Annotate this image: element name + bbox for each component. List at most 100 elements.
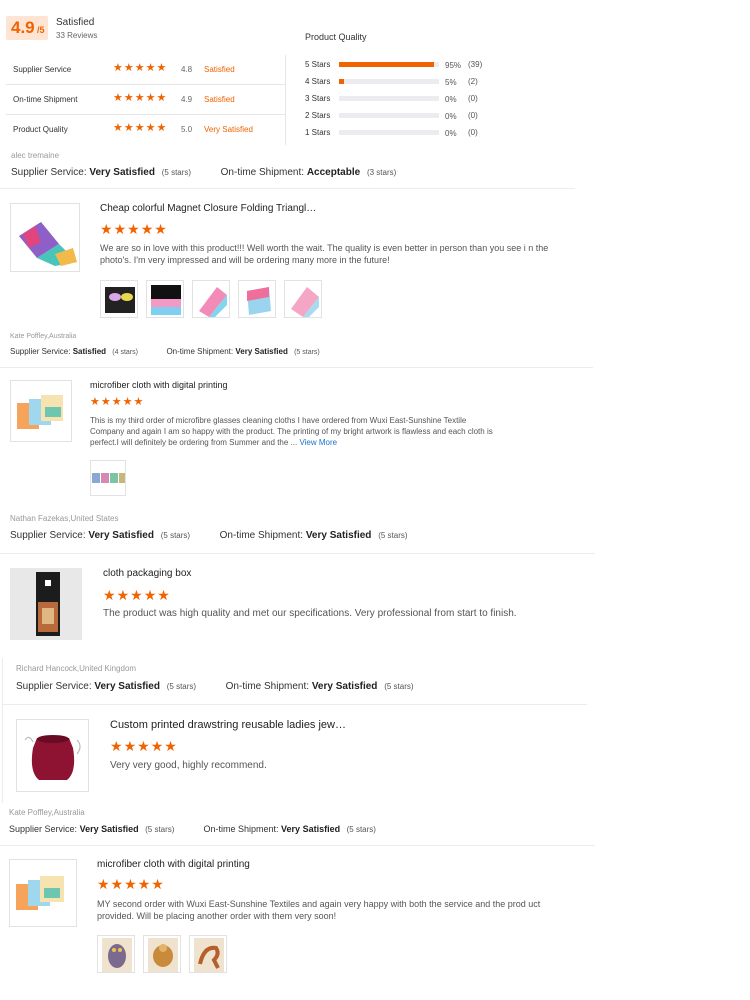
star-icon: ★ bbox=[157, 587, 170, 603]
divider bbox=[2, 658, 3, 803]
product-thumbnail[interactable] bbox=[10, 380, 72, 442]
ontime-shipment-rating: Very Satisfied bbox=[235, 347, 288, 356]
histogram-bar bbox=[339, 96, 439, 101]
product-title-link[interactable]: Custom printed drawstring reusable ladie… bbox=[110, 719, 346, 731]
product-title-link[interactable]: Cheap colorful Magnet Closure Folding Tr… bbox=[100, 203, 316, 214]
histogram-count: (0) bbox=[468, 94, 478, 103]
product-title-link[interactable]: microfiber cloth with digital printing bbox=[97, 859, 250, 870]
histogram-bar bbox=[339, 79, 439, 84]
review-photo[interactable] bbox=[146, 280, 184, 318]
ontime-shipment-label: On-time Shipment: bbox=[220, 167, 305, 178]
histogram-title: Product Quality bbox=[305, 32, 367, 42]
review-ratings-line: Supplier Service: Very Satisfied (5 star… bbox=[9, 824, 376, 834]
metric-row-product-quality[interactable]: Product Quality ★ ★ ★ ★ ★ 5.0 Very Satisfied bbox=[6, 115, 286, 145]
microfiber-cloth-image bbox=[16, 876, 64, 910]
metric-value: 4.9 bbox=[181, 95, 193, 104]
histogram-pct: 0% bbox=[445, 95, 457, 104]
star-icon: ★ bbox=[145, 122, 156, 134]
star-icon: ★ bbox=[113, 221, 127, 237]
divider bbox=[0, 553, 595, 554]
histogram-fill bbox=[339, 62, 434, 67]
review-ratings-line: Supplier Service: Very Satisfied (5 star… bbox=[11, 167, 396, 178]
star-icon: ★ bbox=[164, 738, 177, 754]
review-photo[interactable] bbox=[192, 280, 230, 318]
star-icon: ★ bbox=[116, 587, 130, 603]
star-icon: ★ bbox=[123, 122, 134, 134]
histogram-count: (2) bbox=[468, 77, 478, 86]
reviewer-name: Kate Poffley,Australia bbox=[10, 333, 77, 340]
review-text-body: This is my third order of microfibre gla… bbox=[90, 416, 493, 447]
metric-row-ontime-shipment: On-time Shipment ★ ★ ★ ★ ★ 4.9 Satisfied bbox=[6, 85, 286, 115]
star-icon: ★ bbox=[113, 92, 123, 104]
overall-status: Satisfied bbox=[56, 17, 95, 28]
supplier-service-label: Supplier Service: bbox=[11, 167, 87, 178]
histogram-label: 1 Stars bbox=[305, 128, 331, 137]
supplier-service-label: Supplier Service: bbox=[10, 530, 86, 541]
product-title-link[interactable]: microfiber cloth with digital printing bbox=[90, 380, 228, 390]
divider bbox=[2, 704, 587, 705]
review-photo[interactable] bbox=[189, 935, 227, 973]
rating-summary: 4.9 /5 Satisfied 33 Reviews Supplier Ser… bbox=[0, 0, 600, 145]
star-icon: ★ bbox=[123, 92, 134, 104]
star-icon: ★ bbox=[150, 738, 164, 754]
review-photo[interactable] bbox=[97, 935, 135, 973]
supplier-service-stars: (5 stars) bbox=[160, 531, 191, 540]
histogram-bar bbox=[339, 130, 439, 135]
review-text: This is my third order of microfibre gla… bbox=[90, 415, 500, 448]
histogram-count: (39) bbox=[468, 60, 483, 69]
metric-stars: ★ ★ ★ ★ ★ bbox=[113, 93, 166, 104]
review-stars: ★ ★ ★ ★ ★ bbox=[90, 397, 143, 408]
review-text: We are so in love with this product!!! W… bbox=[100, 243, 549, 265]
supplier-service-stars: (5 stars) bbox=[161, 168, 192, 177]
metric-stars: ★ ★ ★ ★ ★ bbox=[113, 63, 166, 74]
histogram-label: 2 Stars bbox=[305, 111, 331, 120]
review-photo[interactable] bbox=[100, 280, 138, 318]
view-more-link[interactable]: View More bbox=[299, 438, 337, 447]
ontime-shipment-stars: (3 stars) bbox=[366, 168, 397, 177]
histogram-pct: 0% bbox=[445, 112, 457, 121]
drawstring-pouch-image bbox=[24, 735, 81, 780]
review-photo[interactable] bbox=[284, 280, 322, 318]
star-icon: ★ bbox=[134, 92, 145, 104]
review-photo[interactable] bbox=[238, 280, 276, 318]
metric-label: Supplier Service bbox=[13, 65, 72, 74]
score-max: /5 bbox=[37, 25, 45, 35]
histogram-pct: 5% bbox=[445, 78, 457, 87]
metric-label: On-time Shipment bbox=[13, 95, 78, 104]
review-photo[interactable] bbox=[143, 935, 181, 973]
product-thumbnail[interactable] bbox=[10, 568, 82, 640]
review-stars: ★ ★ ★ ★ ★ bbox=[100, 222, 167, 236]
metric-status: Satisfied bbox=[204, 65, 235, 74]
supplier-service-rating: Very Satisfied bbox=[94, 681, 160, 692]
product-title-link[interactable]: cloth packaging box bbox=[103, 568, 191, 579]
divider bbox=[0, 367, 593, 368]
product-thumbnail[interactable] bbox=[10, 203, 80, 272]
review-stars: ★ ★ ★ ★ ★ bbox=[97, 877, 164, 891]
star-icon: ★ bbox=[137, 876, 151, 892]
metric-row-supplier-service: Supplier Service ★ ★ ★ ★ ★ 4.8 Satisfied bbox=[6, 55, 286, 85]
star-icon: ★ bbox=[137, 738, 150, 754]
reviewer-name: alec tremaine bbox=[11, 151, 60, 160]
ontime-shipment-rating: Very Satisfied bbox=[305, 530, 372, 541]
product-thumbnail[interactable] bbox=[9, 859, 77, 927]
star-icon: ★ bbox=[140, 221, 154, 237]
divider bbox=[0, 188, 575, 189]
review-photos bbox=[100, 280, 322, 318]
histogram-pct: 95% bbox=[445, 61, 462, 70]
histogram-label: 4 Stars bbox=[305, 77, 331, 86]
overall-score-badge: 4.9 /5 bbox=[6, 16, 48, 40]
review-ratings-line: Supplier Service: Satisfied (4 stars) On… bbox=[10, 347, 320, 356]
supplier-service-rating: Very Satisfied bbox=[88, 530, 154, 541]
histogram-count: (0) bbox=[468, 111, 478, 120]
star-icon: ★ bbox=[134, 62, 145, 74]
product-thumbnail[interactable] bbox=[16, 719, 89, 792]
metric-stars: ★ ★ ★ ★ ★ bbox=[113, 123, 166, 134]
divider bbox=[0, 845, 595, 846]
review-photo[interactable] bbox=[90, 460, 126, 496]
ontime-shipment-rating: Very Satisfied bbox=[311, 681, 378, 692]
review-count: 33 Reviews bbox=[56, 31, 98, 40]
histogram-count: (0) bbox=[468, 128, 478, 137]
metric-status: Satisfied bbox=[204, 95, 235, 104]
review-ratings-line: Supplier Service: Very Satisfied (5 star… bbox=[10, 530, 408, 541]
ontime-shipment-label: On-time Shipment: bbox=[203, 824, 279, 834]
